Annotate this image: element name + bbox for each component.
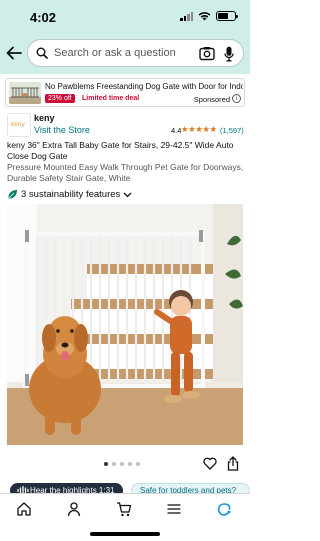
heart-icon[interactable] xyxy=(203,457,217,470)
wifi-icon xyxy=(198,12,211,21)
info-icon[interactable]: i xyxy=(232,94,241,103)
sponsored-ad-thumbnail[interactable] xyxy=(9,82,41,104)
home-icon[interactable] xyxy=(16,501,32,517)
back-arrow-icon[interactable] xyxy=(6,42,24,62)
status-bar: 4:02 xyxy=(0,0,250,34)
product-title: keny 36" Extra Tall Baby Gate for Stairs… xyxy=(7,140,234,161)
sustainability-features-toggle[interactable]: 3 sustainability features xyxy=(7,189,132,200)
star-rating-icon[interactable]: ★★★★★ xyxy=(181,124,217,135)
rufus-icon[interactable] xyxy=(216,501,232,517)
menu-icon[interactable] xyxy=(166,501,182,517)
sponsored-ad-banner[interactable]: No Pawblems Freestanding Dog Gate with D… xyxy=(5,78,245,107)
search-icon xyxy=(36,47,48,59)
search-box[interactable]: Search or ask a question xyxy=(27,39,244,67)
carousel-dot[interactable] xyxy=(120,462,124,466)
carousel-dot[interactable] xyxy=(104,462,108,466)
brand-logo-text: keny xyxy=(11,121,25,128)
brand-logo[interactable]: keny xyxy=(7,113,31,137)
status-icons xyxy=(180,11,238,21)
sponsored-ad-title[interactable]: No Pawblems Freestanding Dog Gate with D… xyxy=(45,82,243,91)
product-subtitle: Pressure Mounted Easy Walk Through Pet G… xyxy=(7,162,244,183)
account-icon[interactable] xyxy=(66,501,82,517)
search-placeholder[interactable]: Search or ask a question xyxy=(54,47,176,59)
carousel-dot[interactable] xyxy=(112,462,116,466)
sustainability-label: 3 sustainability features xyxy=(21,189,121,200)
bottom-tab-bar xyxy=(0,493,250,523)
product-image[interactable] xyxy=(7,204,243,445)
share-icon[interactable] xyxy=(227,456,239,471)
brand-name[interactable]: keny xyxy=(34,113,55,123)
chevron-down-icon xyxy=(123,192,132,197)
limited-deal-label: Limited time deal xyxy=(82,95,140,102)
status-time: 4:02 xyxy=(30,10,57,25)
camera-scan-icon[interactable] xyxy=(199,46,215,61)
image-carousel-dots[interactable] xyxy=(104,462,140,466)
visit-store-link[interactable]: Visit the Store xyxy=(34,125,90,135)
battery-icon xyxy=(216,11,238,21)
cellular-signal-icon xyxy=(180,11,193,21)
leaf-icon xyxy=(8,190,17,199)
search-header: Search or ask a question xyxy=(0,34,250,74)
carousel-dot[interactable] xyxy=(136,462,140,466)
home-indicator xyxy=(90,532,160,536)
sponsored-label: Sponsored xyxy=(193,95,230,104)
carousel-dot[interactable] xyxy=(128,462,132,466)
rating-value: 4.4 xyxy=(171,126,182,135)
discount-badge: 23% off xyxy=(45,94,75,103)
review-count-link[interactable]: (1,597) xyxy=(220,126,244,135)
microphone-icon[interactable] xyxy=(224,46,234,62)
cart-icon[interactable] xyxy=(116,501,132,517)
